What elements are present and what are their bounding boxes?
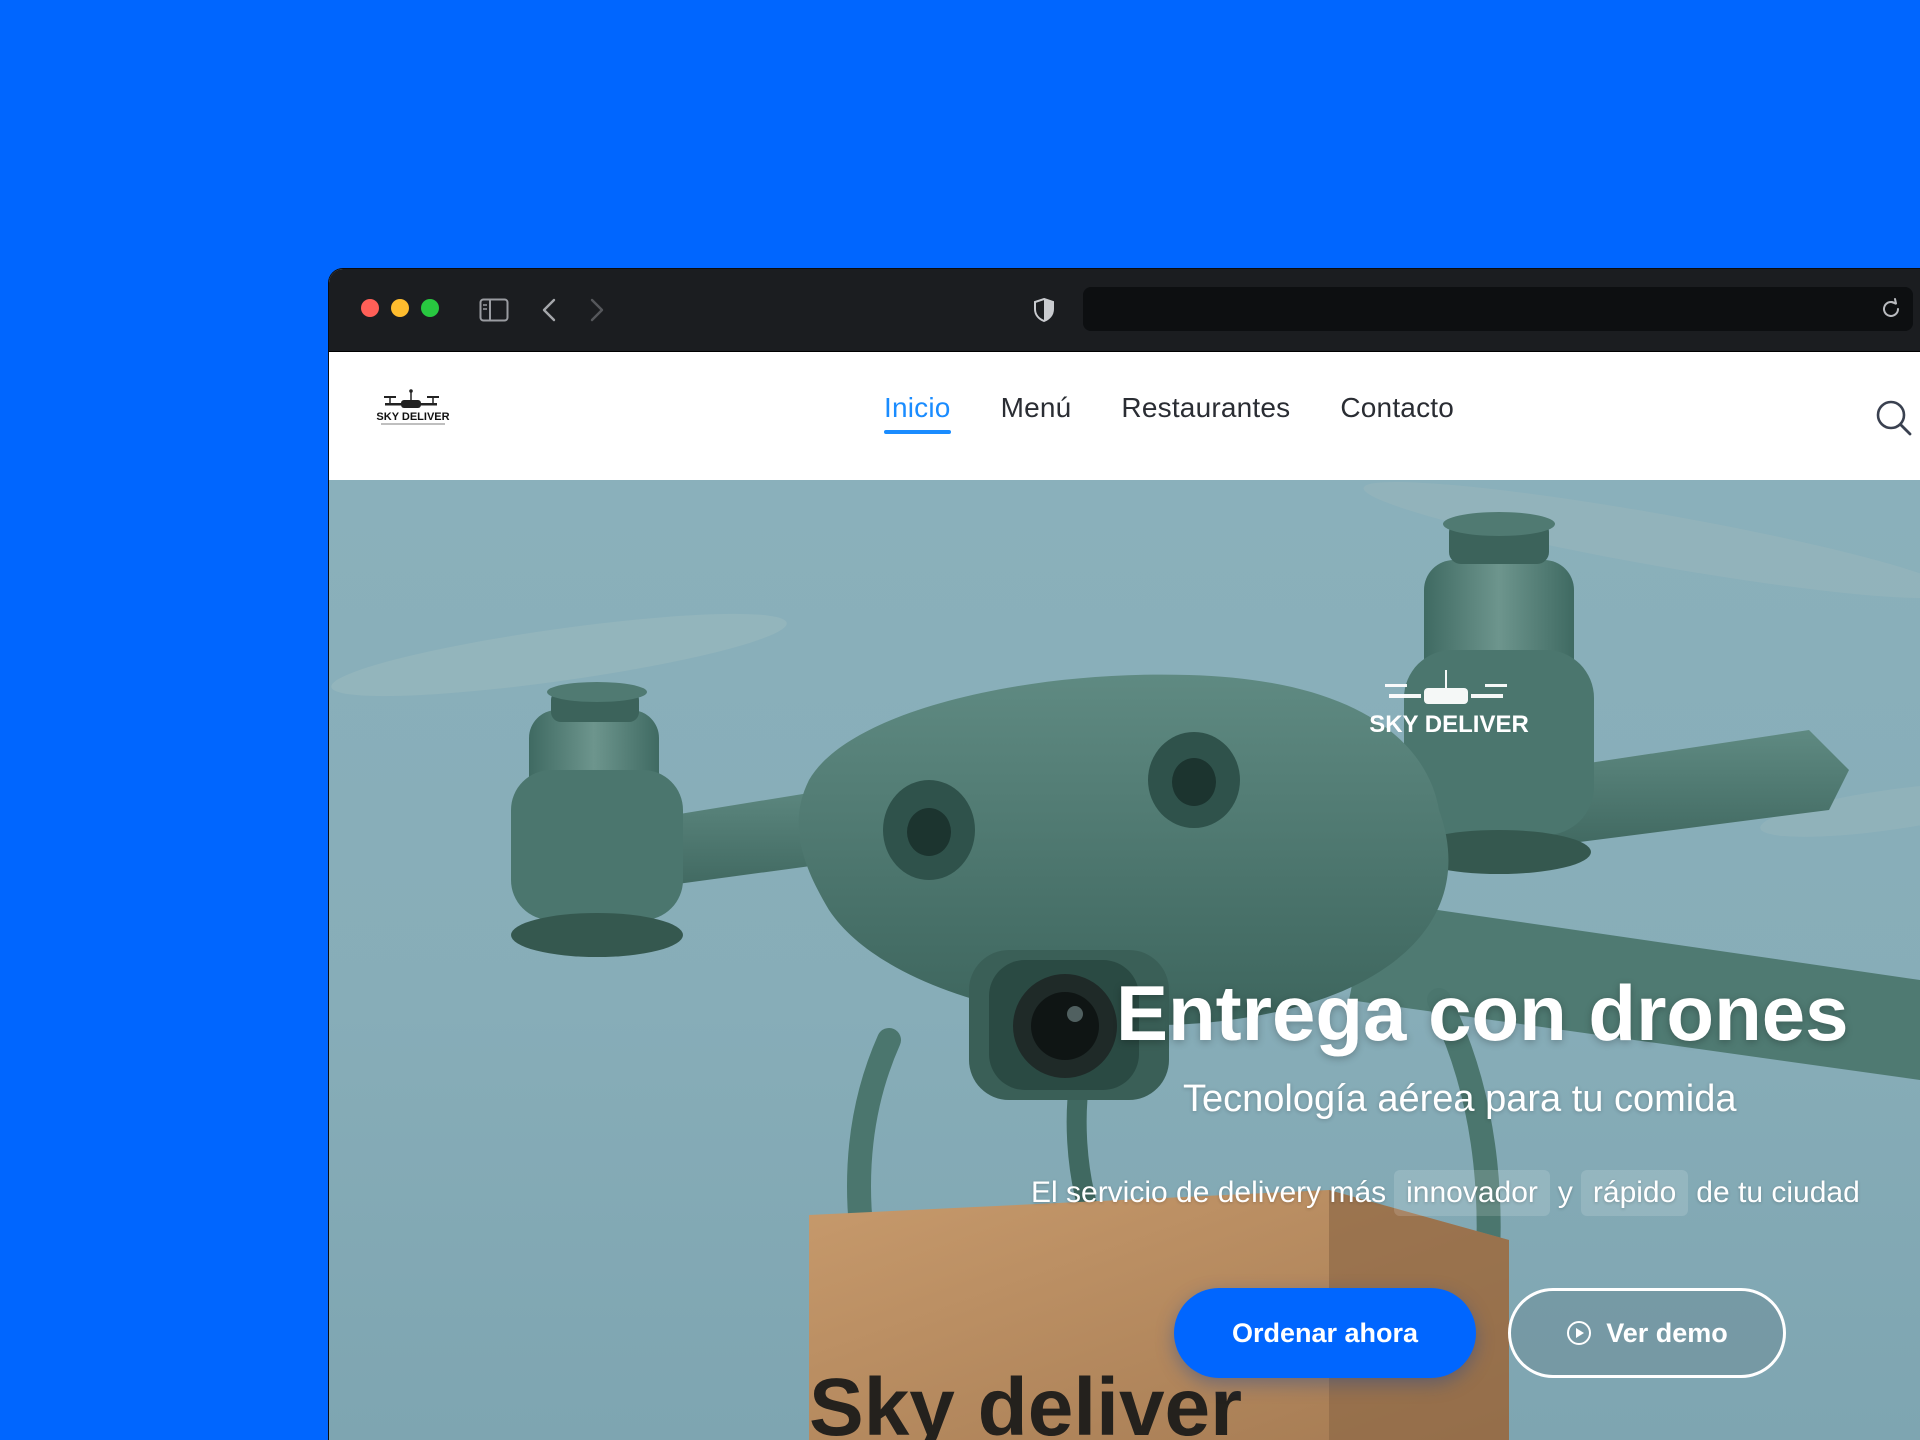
hero-title: Entrega con drones bbox=[1116, 969, 1849, 1057]
drone-brand-text: SKY DELIVER bbox=[1369, 711, 1529, 738]
tagline-joiner: y bbox=[1557, 1176, 1573, 1209]
watch-demo-button[interactable]: Ver demo bbox=[1508, 1288, 1786, 1378]
reload-icon[interactable] bbox=[1879, 297, 1903, 321]
shield-icon[interactable] bbox=[1029, 293, 1059, 327]
nav-item-restaurantes[interactable]: Restaurantes bbox=[1121, 392, 1290, 434]
chevron-left-icon[interactable] bbox=[535, 293, 563, 327]
search-icon[interactable] bbox=[1874, 398, 1914, 438]
browser-window: SKY DELIVER Inicio Menú Restaurantes Con… bbox=[329, 269, 1920, 1440]
logo-text: SKY DELIVER bbox=[376, 411, 449, 423]
hero-section: SKY DELIVER Sky deliver Entrega con dron… bbox=[329, 480, 1920, 1440]
tagline-highlight-rapido: rápido bbox=[1580, 1170, 1689, 1216]
nav-item-inicio[interactable]: Inicio bbox=[884, 392, 951, 434]
package-label: Sky deliver bbox=[809, 1362, 1242, 1440]
nav-item-contacto[interactable]: Contacto bbox=[1340, 392, 1454, 434]
maximize-window-button[interactable] bbox=[421, 299, 439, 317]
main-nav: Inicio Menú Restaurantes Contacto bbox=[884, 392, 1454, 434]
watch-demo-label: Ver demo bbox=[1606, 1317, 1728, 1348]
chevron-right-icon[interactable] bbox=[583, 293, 611, 327]
play-icon bbox=[1567, 1321, 1592, 1345]
order-now-button[interactable]: Ordenar ahora bbox=[1174, 1288, 1476, 1378]
tagline-highlight-innovador: innovador bbox=[1394, 1170, 1550, 1216]
close-window-button[interactable] bbox=[361, 299, 379, 317]
address-bar[interactable] bbox=[1083, 287, 1913, 331]
nav-item-menu[interactable]: Menú bbox=[1001, 392, 1072, 434]
site-header: SKY DELIVER Inicio Menú Restaurantes Con… bbox=[329, 352, 1920, 480]
minimize-window-button[interactable] bbox=[391, 299, 409, 317]
tagline-suffix: de tu ciudad bbox=[1696, 1176, 1860, 1209]
tagline-prefix: El servicio de delivery más bbox=[1031, 1176, 1387, 1209]
sidebar-icon[interactable] bbox=[477, 293, 511, 327]
hero-tagline: El servicio de delivery más innovador y … bbox=[1031, 1170, 1860, 1216]
browser-toolbar bbox=[329, 269, 1920, 352]
hero-subtitle: Tecnología aérea para tu comida bbox=[1183, 1078, 1737, 1120]
site-logo[interactable]: SKY DELIVER bbox=[373, 386, 453, 442]
